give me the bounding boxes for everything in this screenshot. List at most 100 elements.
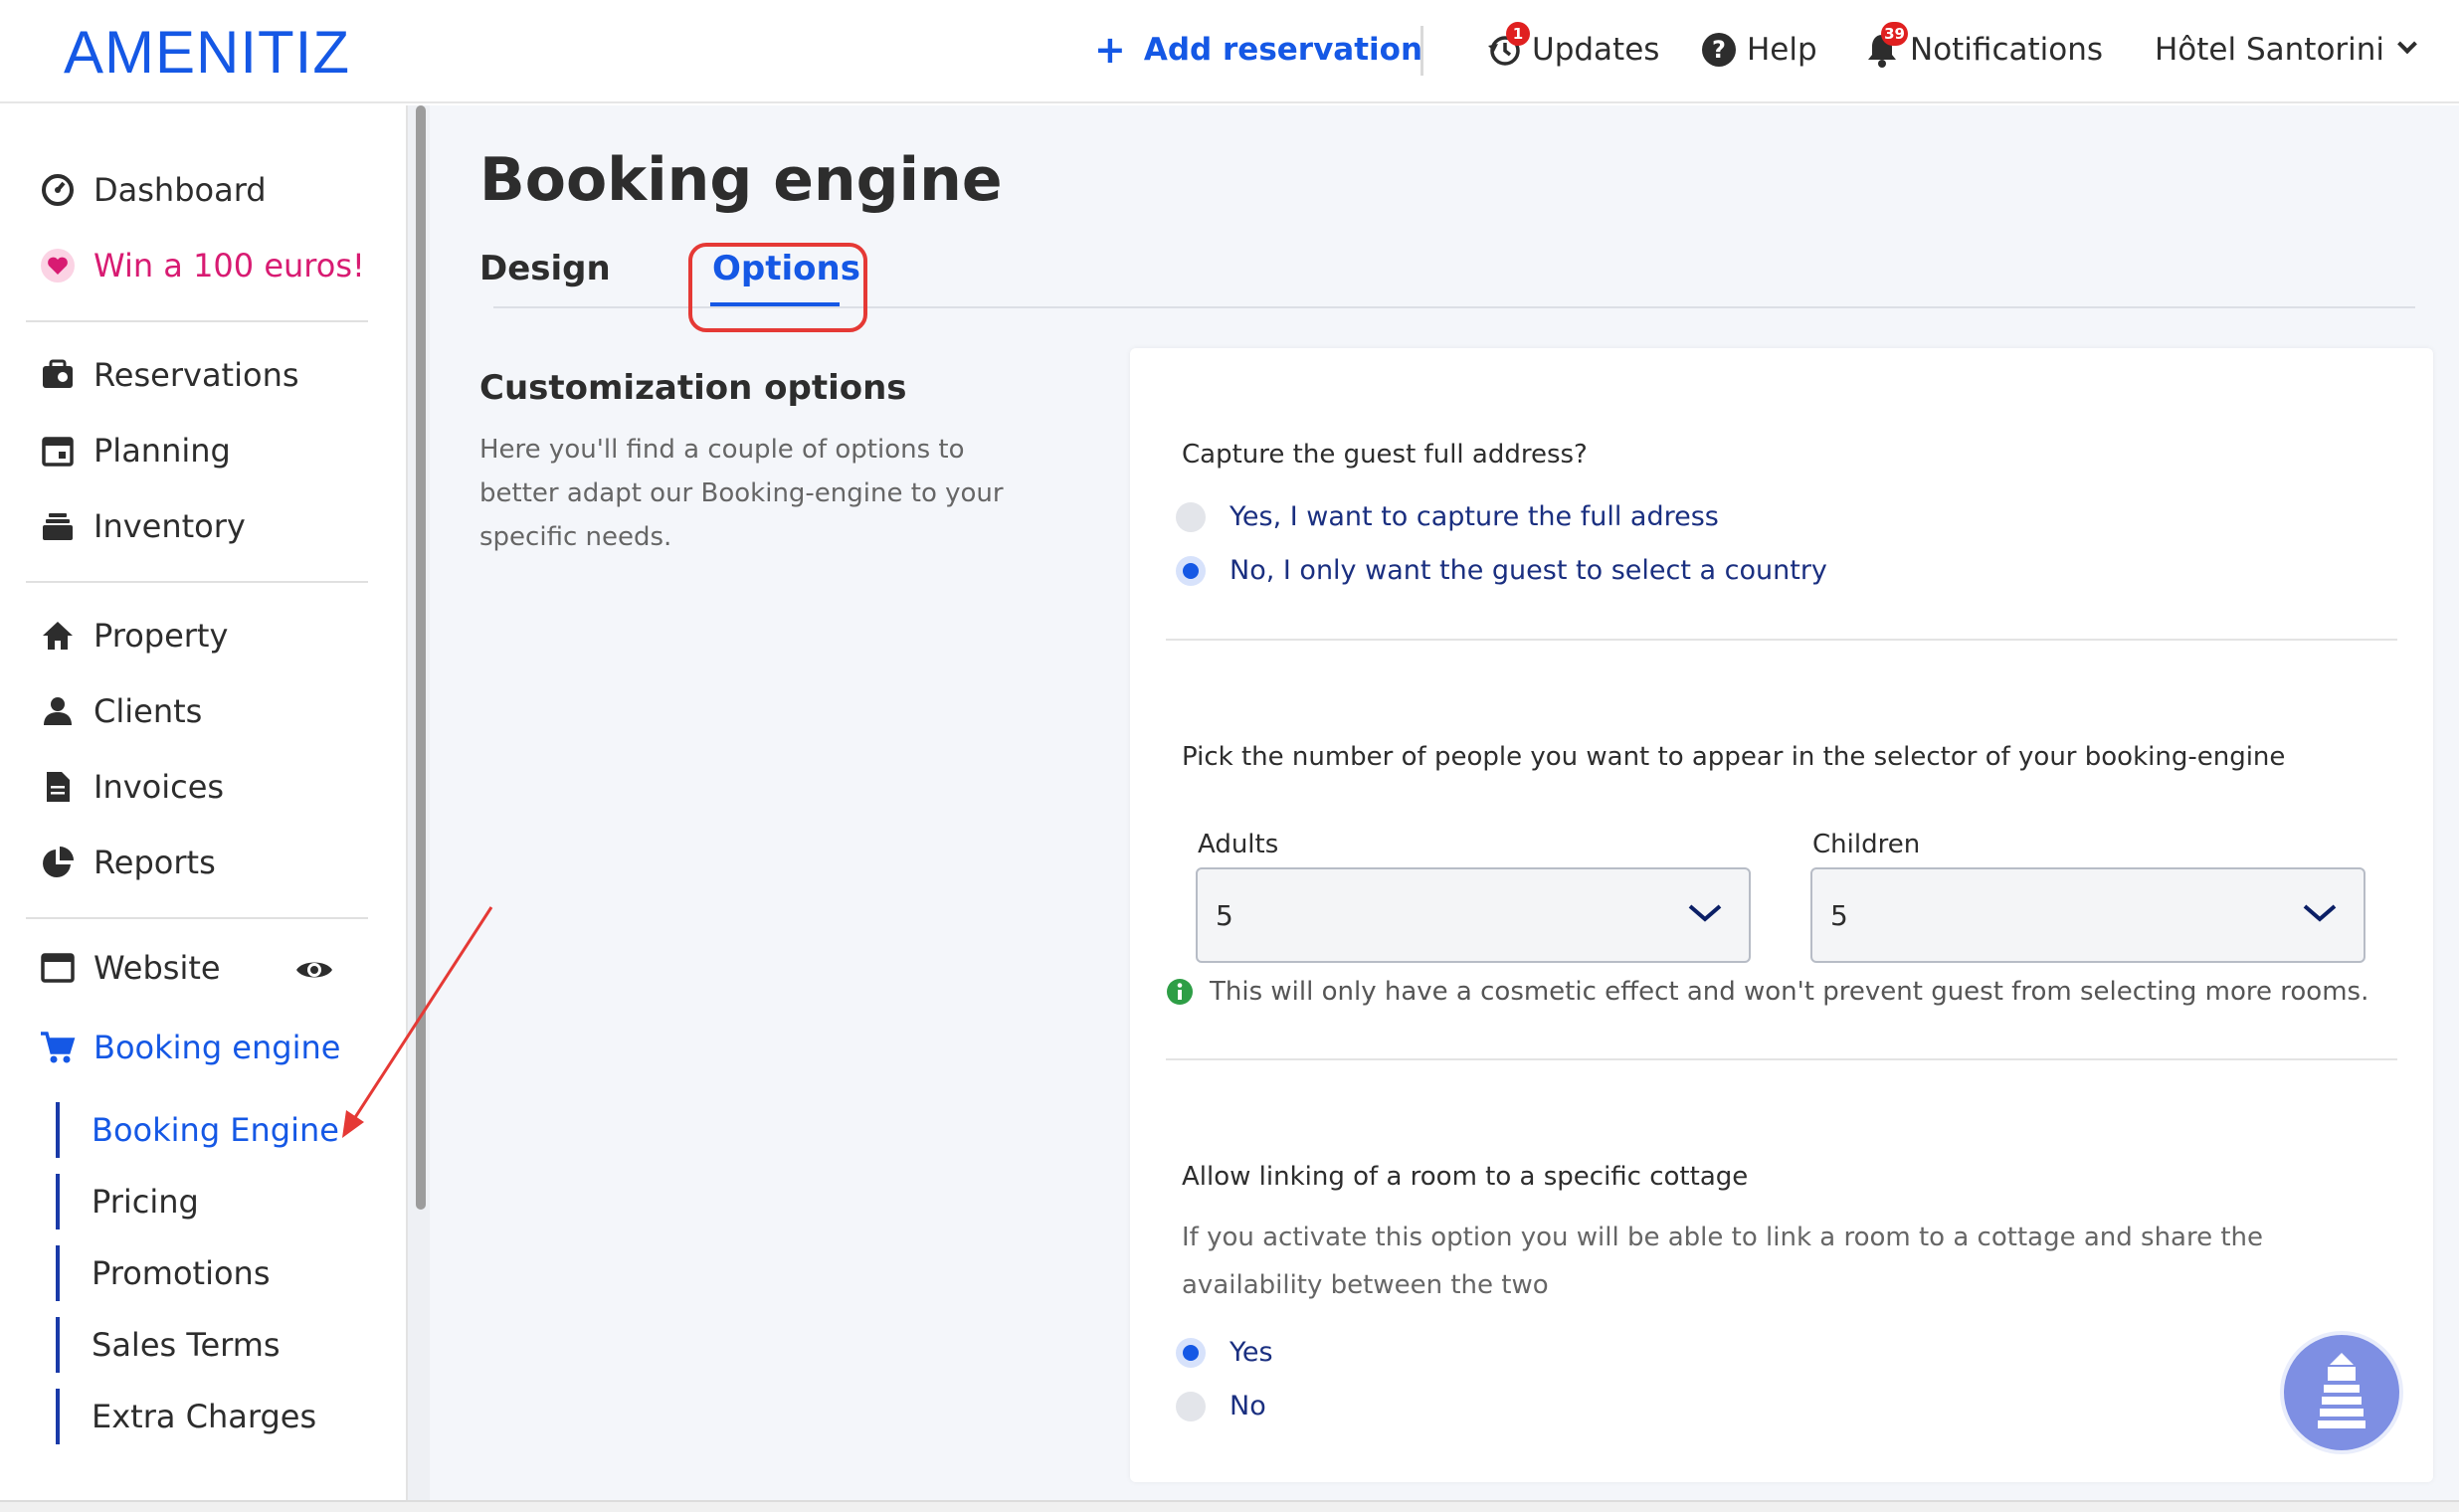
radio-unselected[interactable] bbox=[1176, 1391, 1206, 1421]
sidebar-label-clients: Clients bbox=[94, 692, 203, 730]
heart-icon bbox=[38, 246, 78, 285]
cottage-yes-label: Yes bbox=[1230, 1337, 1273, 1368]
sidebar-divider bbox=[26, 581, 368, 583]
annotation-arrow bbox=[342, 906, 493, 1138]
sidebar-subitem-booking-engine[interactable]: Booking Engine bbox=[56, 1102, 339, 1158]
hotel-selector[interactable]: Hôtel Santorini bbox=[2155, 26, 2417, 74]
calendar-icon bbox=[38, 431, 78, 471]
sidebar-scrollbar[interactable] bbox=[406, 105, 430, 1512]
sidebar-label-planning: Planning bbox=[94, 432, 231, 470]
adults-label: Adults bbox=[1198, 830, 1279, 859]
sidebar-label-property: Property bbox=[94, 617, 229, 655]
cottage-question: Allow linking of a room to a specific co… bbox=[1182, 1162, 1749, 1192]
children-select[interactable]: 5 bbox=[1810, 867, 2365, 963]
sidebar-label-win: Win a 100 euros! bbox=[94, 247, 365, 284]
help-button[interactable]: ? Help bbox=[1701, 26, 1817, 74]
address-no-option[interactable]: No, I only want the guest to select a co… bbox=[1176, 555, 1827, 586]
sidebar-label-reports: Reports bbox=[94, 844, 216, 881]
adults-value: 5 bbox=[1216, 898, 1233, 932]
chevron-down-icon bbox=[2397, 34, 2417, 55]
updates-label: Updates bbox=[1532, 32, 1660, 68]
updates-badge: 1 bbox=[1506, 22, 1530, 46]
home-icon bbox=[38, 616, 78, 656]
sidebar-item-planning[interactable]: Planning bbox=[38, 426, 231, 475]
reservations-icon bbox=[38, 355, 78, 395]
adults-select[interactable]: 5 bbox=[1196, 867, 1751, 963]
lighthouse-icon bbox=[2318, 1353, 2365, 1428]
top-bar: AMENITIZ + Add reservation 1 Updates ? H… bbox=[0, 0, 2459, 103]
info-note: This will only have a cosmetic effect an… bbox=[1166, 977, 2368, 1007]
sidebar-label-dashboard: Dashboard bbox=[94, 171, 267, 209]
svg-text:?: ? bbox=[1712, 36, 1726, 64]
sidebar-label-booking-engine: Booking engine bbox=[94, 1029, 341, 1066]
children-label: Children bbox=[1812, 830, 1921, 859]
sidebar-item-win[interactable]: Win a 100 euros! bbox=[38, 241, 365, 290]
info-text: This will only have a cosmetic effect an… bbox=[1210, 977, 2369, 1007]
notifications-badge: 39 bbox=[1881, 22, 1908, 46]
chevron-down-icon bbox=[1687, 899, 1723, 932]
history-icon: 1 bbox=[1486, 22, 1530, 68]
notifications-label: Notifications bbox=[1910, 32, 2104, 68]
address-yes-option[interactable]: Yes, I want to capture the full adress bbox=[1176, 501, 1719, 532]
sidebar-item-booking-engine[interactable]: Booking engine bbox=[38, 1023, 340, 1072]
plus-icon: + bbox=[1094, 28, 1126, 72]
sidebar-divider bbox=[26, 320, 368, 322]
sidebar-divider bbox=[26, 917, 368, 919]
card-divider bbox=[1166, 639, 2397, 641]
inventory-icon bbox=[38, 506, 78, 546]
sidebar-label-website: Website bbox=[94, 949, 221, 987]
customization-description: Here you'll find a couple of options to … bbox=[479, 435, 1004, 552]
sidebar-item-property[interactable]: Property bbox=[38, 611, 228, 661]
radio-selected[interactable] bbox=[1176, 1337, 1206, 1368]
sidebar-label-invoices: Invoices bbox=[94, 768, 225, 806]
top-divider bbox=[1420, 26, 1423, 76]
sidebar-item-website[interactable]: Website bbox=[38, 943, 221, 993]
annotation-highlight-box bbox=[688, 243, 867, 332]
radio-unselected[interactable] bbox=[1176, 501, 1206, 532]
radio-selected[interactable] bbox=[1176, 555, 1206, 586]
customization-title: Customization options bbox=[479, 368, 907, 408]
tab-design[interactable]: Design bbox=[479, 249, 611, 288]
sidebar-label-inventory: Inventory bbox=[94, 507, 246, 545]
sidebar-subitem-sales-terms[interactable]: Sales Terms bbox=[56, 1317, 281, 1373]
address-no-label: No, I only want the guest to select a co… bbox=[1230, 555, 1827, 586]
sidebar-subitem-pricing[interactable]: Pricing bbox=[56, 1174, 199, 1229]
add-reservation-label: Add reservation bbox=[1143, 32, 1423, 68]
hotel-name: Hôtel Santorini bbox=[2155, 32, 2385, 68]
users-icon bbox=[38, 691, 78, 731]
help-icon: ? bbox=[1701, 32, 1737, 68]
browser-window-icon bbox=[38, 948, 78, 988]
bell-icon: 39 bbox=[1864, 22, 1908, 68]
cottage-yes-option[interactable]: Yes bbox=[1176, 1337, 1273, 1368]
sidebar-item-invoices[interactable]: Invoices bbox=[38, 762, 224, 812]
document-icon bbox=[38, 767, 78, 807]
logo[interactable]: AMENITIZ bbox=[64, 18, 350, 87]
add-reservation-button[interactable]: + Add reservation bbox=[1094, 26, 1422, 74]
cottage-no-label: No bbox=[1230, 1391, 1266, 1421]
children-value: 5 bbox=[1830, 898, 1848, 932]
people-question: Pick the number of people you want to ap… bbox=[1182, 742, 2286, 772]
chevron-down-icon bbox=[2302, 899, 2338, 932]
help-label: Help bbox=[1747, 32, 1817, 68]
cottage-no-option[interactable]: No bbox=[1176, 1391, 1266, 1421]
notifications-button[interactable]: 39 Notifications bbox=[1864, 22, 2104, 74]
address-question: Capture the guest full address? bbox=[1182, 440, 1588, 470]
dashboard-icon bbox=[38, 170, 78, 210]
cottage-description: If you activate this option you will be … bbox=[1182, 1223, 2264, 1300]
sidebar-subitem-extra-charges[interactable]: Extra Charges bbox=[56, 1389, 316, 1444]
chat-widget-button[interactable] bbox=[2280, 1331, 2403, 1454]
sidebar-subitem-promotions[interactable]: Promotions bbox=[56, 1245, 270, 1301]
sidebar-item-reservations[interactable]: Reservations bbox=[38, 350, 299, 400]
sidebar-item-inventory[interactable]: Inventory bbox=[38, 501, 246, 551]
address-yes-label: Yes, I want to capture the full adress bbox=[1230, 501, 1719, 532]
sidebar-item-dashboard[interactable]: Dashboard bbox=[38, 165, 267, 215]
updates-button[interactable]: 1 Updates bbox=[1486, 22, 1660, 74]
horizontal-scrollbar[interactable] bbox=[0, 1500, 2459, 1512]
cart-icon bbox=[38, 1028, 78, 1067]
pie-chart-icon bbox=[38, 843, 78, 882]
sidebar-item-reports[interactable]: Reports bbox=[38, 838, 216, 887]
sidebar-label-reservations: Reservations bbox=[94, 356, 299, 394]
sidebar-item-clients[interactable]: Clients bbox=[38, 686, 202, 736]
card-divider bbox=[1166, 1058, 2397, 1060]
page-title: Booking engine bbox=[479, 145, 1003, 215]
